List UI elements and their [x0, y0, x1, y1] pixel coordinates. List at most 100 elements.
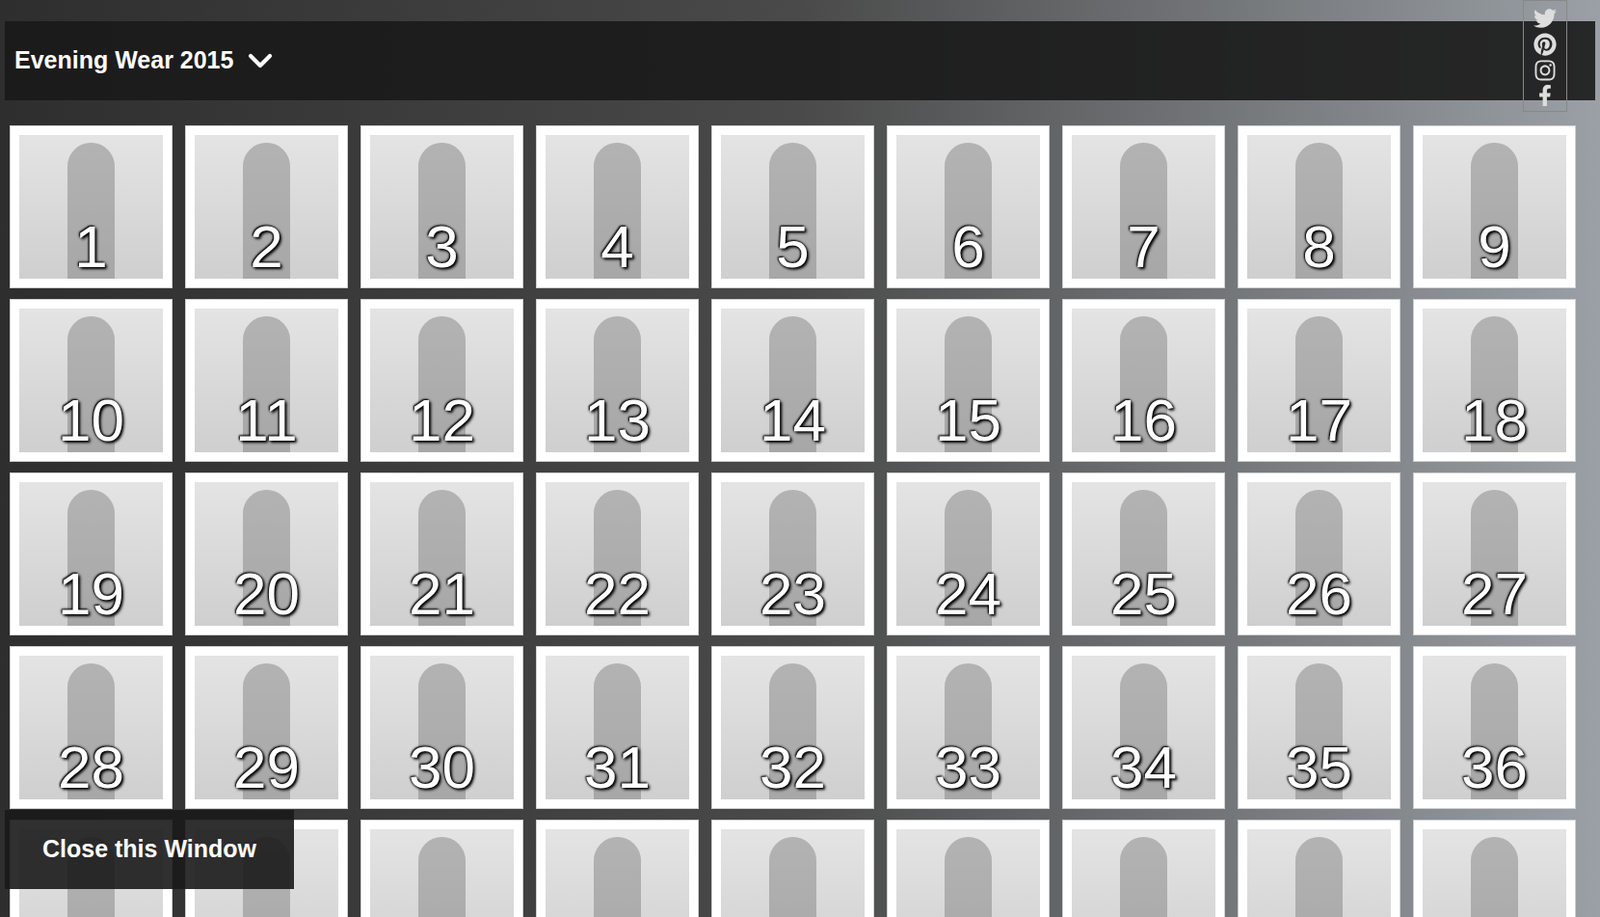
thumbnail-number: 25 [1110, 563, 1177, 626]
thumbnail-photo: 30 [370, 655, 514, 800]
thumbnail-card[interactable]: 27 [1413, 472, 1576, 636]
thumbnail-photo: 3 [370, 134, 514, 279]
thumbnail-photo: 7 [1071, 134, 1216, 279]
thumbnail-card[interactable]: 22 [535, 472, 699, 636]
thumbnail-number: 4 [600, 216, 634, 279]
thumbnail-card[interactable]: 36 [1413, 645, 1576, 809]
thumbnail-number: 10 [57, 390, 125, 453]
thumbnail-card[interactable]: 18 [1413, 298, 1576, 462]
thumbnail-card[interactable]: 10 [9, 298, 173, 462]
facebook-icon[interactable] [1534, 84, 1556, 107]
thumbnail-photo: 31 [545, 655, 690, 800]
header-bar: Evening Wear 2015 [4, 21, 1596, 101]
thumbnail-number: 36 [1461, 737, 1528, 800]
collection-title: Evening Wear 2015 [14, 42, 234, 80]
thumbnail-card[interactable]: 3 [360, 125, 524, 289]
thumbnail-photo [370, 828, 514, 917]
thumbnail-card[interactable] [1237, 819, 1401, 917]
thumbnail-card[interactable]: 25 [1062, 472, 1226, 636]
thumbnail-number: 24 [934, 563, 1002, 626]
thumbnail-card[interactable]: 35 [1237, 645, 1401, 809]
thumbnail-card[interactable]: 17 [1237, 298, 1401, 462]
thumbnail-card[interactable] [886, 819, 1050, 917]
thumbnail-card[interactable]: 2 [185, 125, 348, 289]
thumbnail-card[interactable]: 33 [886, 645, 1050, 809]
thumbnail-card[interactable] [1413, 819, 1576, 917]
thumbnail-card[interactable]: 16 [1062, 298, 1226, 462]
thumbnail-photo: 29 [194, 655, 339, 800]
thumbnail-number: 17 [1285, 390, 1353, 453]
thumbnail-number: 29 [233, 737, 300, 800]
thumbnail-card[interactable]: 8 [1237, 125, 1401, 289]
thumbnail-number: 15 [934, 390, 1002, 453]
thumbnail-photo: 34 [1071, 655, 1216, 800]
thumbnail-number: 33 [934, 737, 1002, 800]
thumbnail-photo: 5 [720, 134, 865, 279]
thumbnail-number: 8 [1302, 216, 1335, 279]
thumbnail-photo: 16 [1071, 308, 1216, 453]
instagram-icon[interactable] [1533, 58, 1557, 82]
thumbnail-card[interactable]: 34 [1062, 645, 1226, 809]
thumbnail-card[interactable]: 13 [535, 298, 699, 462]
thumbnail-photo: 18 [1422, 308, 1567, 453]
thumbnail-photo: 6 [896, 134, 1040, 279]
thumbnail-card[interactable]: 24 [886, 472, 1050, 636]
thumbnail-photo: 26 [1247, 481, 1391, 626]
thumbnail-photo: 36 [1422, 655, 1567, 800]
thumbnail-photo [1422, 828, 1567, 917]
collection-dropdown[interactable]: Evening Wear 2015 [14, 41, 280, 80]
thumbnail-card[interactable]: 19 [9, 472, 173, 636]
thumbnail-number: 2 [249, 216, 283, 279]
thumbnail-card[interactable]: 11 [185, 298, 348, 462]
thumbnail-photo [545, 828, 690, 917]
thumbnail-photo: 33 [896, 655, 1040, 800]
thumbnail-photo: 4 [545, 134, 690, 279]
thumbnail-photo: 23 [720, 481, 865, 626]
thumbnail-card[interactable]: 7 [1062, 125, 1226, 289]
thumbnail-card[interactable] [711, 819, 875, 917]
thumbnail-card[interactable]: 32 [711, 645, 875, 809]
thumbnail-card[interactable]: 12 [360, 298, 524, 462]
thumbnail-card[interactable] [535, 819, 699, 917]
thumbnail-card[interactable]: 4 [535, 125, 699, 289]
thumbnail-photo: 27 [1422, 481, 1567, 626]
thumbnail-number: 32 [759, 737, 827, 800]
thumbnail-photo: 17 [1247, 308, 1391, 453]
thumbnail-card[interactable]: 14 [711, 298, 875, 462]
thumbnail-photo: 19 [19, 481, 163, 626]
thumbnail-number: 5 [775, 216, 809, 279]
thumbnail-photo: 22 [545, 481, 690, 626]
thumbnail-number: 1 [74, 216, 107, 279]
thumbnail-card[interactable]: 20 [185, 472, 348, 636]
thumbnail-number: 6 [951, 216, 985, 279]
thumbnail-number: 14 [759, 390, 827, 453]
close-window-button[interactable]: Close this Window [4, 809, 294, 889]
thumbnail-number: 13 [584, 390, 651, 453]
thumbnail-card[interactable]: 31 [535, 645, 699, 809]
thumbnail-card[interactable]: 5 [711, 125, 875, 289]
thumbnail-card[interactable]: 30 [360, 645, 524, 809]
thumbnail-photo: 28 [19, 655, 163, 800]
thumbnail-card[interactable]: 28 [9, 645, 173, 809]
thumbnail-card[interactable]: 9 [1413, 125, 1576, 289]
thumbnail-card[interactable]: 15 [886, 298, 1050, 462]
thumbnail-card[interactable]: 23 [711, 472, 875, 636]
thumbnail-number: 18 [1461, 390, 1528, 453]
thumbnail-photo: 9 [1422, 134, 1567, 279]
thumbnail-card[interactable]: 29 [185, 645, 348, 809]
thumbnail-card[interactable] [360, 819, 524, 917]
thumbnail-photo: 25 [1071, 481, 1216, 626]
thumbnail-card[interactable] [1062, 819, 1226, 917]
thumbnail-card[interactable]: 26 [1237, 472, 1401, 636]
thumbnail-card[interactable]: 1 [9, 125, 173, 289]
pinterest-icon[interactable] [1533, 32, 1557, 56]
social-links [1522, 0, 1568, 112]
thumbnail-number: 28 [57, 737, 125, 800]
thumbnail-number: 31 [584, 737, 651, 800]
twitter-icon[interactable] [1533, 6, 1557, 30]
thumbnail-card[interactable]: 21 [360, 472, 524, 636]
thumbnail-photo [896, 828, 1040, 917]
thumbnail-card[interactable]: 6 [886, 125, 1050, 289]
thumbnail-number: 35 [1285, 737, 1353, 800]
thumbnail-photo: 24 [896, 481, 1040, 626]
